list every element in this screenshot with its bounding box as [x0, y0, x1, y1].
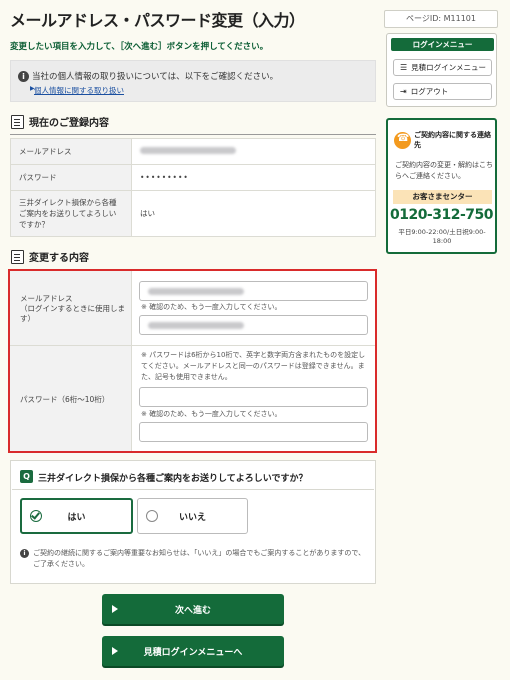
question-note: ご契約の継続に関するご案内等重要なお知らせは、「いいえ」の場合でもご案内すること… [33, 549, 366, 568]
row-value: はい [131, 190, 376, 237]
radio-icon [146, 510, 158, 522]
privacy-link[interactable]: 個人情報に関する取り扱い [34, 85, 124, 96]
estimate-login-menu-link[interactable]: ☰ 見積ログインメニュー [393, 59, 492, 76]
phone-number[interactable]: 0120-312-750 [388, 207, 495, 223]
info-icon: i [20, 549, 29, 558]
divider [12, 489, 374, 490]
email-confirm-note: ※ 確認のため、もう一度入力してください。 [141, 303, 282, 311]
table-row: 三井ダイレクト損保から各種ご案内をお送りしてよろしいですか？ はい [10, 190, 376, 237]
masked-email [148, 288, 244, 295]
contact-title: ご契約内容に関する連絡先 [414, 131, 491, 149]
divider [131, 271, 132, 451]
document-icon [11, 249, 24, 264]
business-hours: 平日9:00-22:00/土日祝9:00-18:00 [398, 228, 486, 245]
q-badge: Q [20, 470, 33, 483]
estimate-login-label: 見積ログインメニュー [411, 63, 486, 72]
current-table: メールアドレス パスワード ••••••••• 三井ダイレクト損保から各種ご案内… [10, 138, 376, 237]
back-button-label: 見積ログインメニューへ [143, 647, 243, 658]
current-heading: 現在のご登録内容 [11, 114, 109, 129]
play-icon [112, 647, 118, 655]
back-to-menu-button[interactable]: 見積ログインメニューへ [102, 636, 284, 666]
contact-panel: ご契約内容に関する連絡先 ご契約内容の変更・解約はこちらへご連絡ください。 お客… [386, 118, 497, 254]
play-icon [112, 605, 118, 613]
choice-no-label: いいえ [178, 512, 206, 523]
email-input[interactable] [139, 281, 368, 301]
password-input[interactable] [139, 387, 368, 407]
question-text: 三井ダイレクト損保から各種ご案内をお送りしてよろしいですか？ [38, 474, 308, 484]
row-label: メールアドレス [10, 138, 132, 165]
password-note: ※ パスワードは6桁から10桁で、英字と数字両方含まれたものを設定してください。… [141, 351, 366, 381]
phone-icon [394, 132, 411, 149]
email-label: メールアドレス [20, 294, 73, 303]
change-heading: 変更する内容 [11, 249, 89, 264]
password-confirm-input[interactable] [139, 422, 368, 442]
current-heading-text: 現在のご登録内容 [29, 118, 109, 129]
contact-desc: ご契約内容の変更・解約はこちらへご連絡ください。 [395, 161, 493, 180]
instruction-text: 変更したい項目を入力して、［次へ進む］ボタンを押してください。 [10, 42, 269, 52]
row-value: ••••••••• [131, 164, 376, 191]
page-title: メールアドレス・パスワード変更（入力） [10, 11, 305, 30]
masked-email [140, 147, 236, 154]
login-menu-title: ログインメニュー [391, 38, 494, 51]
next-button-label: 次へ進む [174, 605, 211, 616]
logout-icon: ⇥ [400, 87, 407, 96]
logout-link[interactable]: ⇥ ログアウト [393, 83, 492, 100]
row-label: パスワード [10, 164, 132, 191]
email-sublabel: （ログインするときに使用します） [20, 304, 125, 323]
table-row: パスワード ••••••••• [10, 164, 376, 191]
choice-no[interactable]: いいえ [137, 498, 248, 534]
privacy-text: 当社の個人情報の取り扱いについては、以下をご確認ください。 [32, 72, 279, 82]
logout-label: ログアウト [410, 87, 449, 96]
row-label: 三井ダイレクト損保から各種ご案内をお送りしてよろしいですか？ [10, 190, 132, 237]
divider [10, 345, 375, 346]
info-icon: i [18, 71, 29, 82]
email-confirm-input[interactable] [139, 315, 368, 335]
password-label: パスワード（6桁～10桁） [20, 395, 110, 404]
choice-yes[interactable]: はい [20, 498, 133, 534]
password-confirm-note: ※ 確認のため、もう一度入力してください。 [141, 410, 282, 418]
list-icon: ☰ [400, 63, 408, 72]
next-button[interactable]: 次へ進む [102, 594, 284, 624]
check-icon [30, 510, 42, 522]
customer-center-label: お客さまセンター [393, 190, 492, 204]
masked-email [148, 322, 244, 329]
change-heading-text: 変更する内容 [29, 253, 89, 264]
document-icon [11, 114, 24, 129]
table-row: メールアドレス [10, 138, 376, 165]
choice-yes-label: はい [67, 512, 86, 523]
login-menu: ログインメニュー ☰ 見積ログインメニュー ⇥ ログアウト [386, 33, 497, 107]
page-id: ページID: M11101 [384, 10, 498, 28]
divider [10, 134, 376, 135]
row-value [131, 138, 376, 165]
